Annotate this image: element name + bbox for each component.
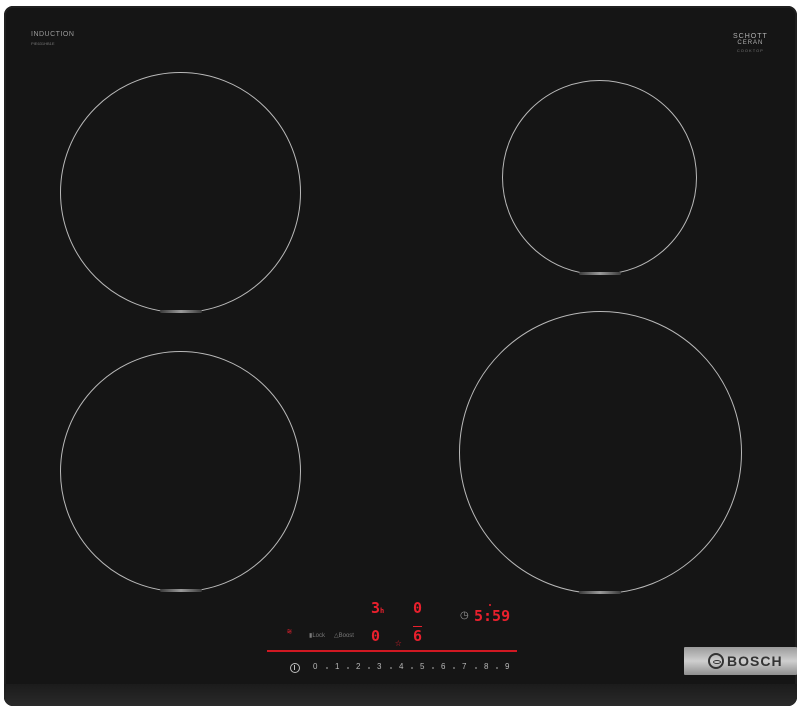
induction-hob: INDUCTION PIE631HB1E SCHOTT CERAN COOKTO… (4, 6, 797, 706)
scale-dot (432, 667, 434, 669)
scale-4[interactable]: 4 (399, 662, 403, 671)
front-rim (4, 684, 797, 706)
scale-dot (326, 667, 328, 669)
induction-label: INDUCTION (31, 31, 75, 38)
control-strip-line (267, 650, 517, 652)
bosch-logo-icon (708, 653, 724, 669)
scale-dot (453, 667, 455, 669)
brand-name: BOSCH (727, 653, 783, 669)
timer-indicator (489, 604, 491, 606)
display-front-left: 0 (371, 627, 381, 645)
bosch-badge: BOSCH (684, 647, 797, 675)
zone-marker-back-right (579, 272, 621, 275)
display-back-left-sub: h (380, 607, 385, 615)
display-back-left-value: 3 (371, 599, 381, 617)
display-back-left: 3h (371, 599, 384, 617)
scale-0[interactable]: 0 (313, 662, 317, 671)
display-back-right: 0 (413, 599, 423, 617)
lock-icon[interactable]: ▮Lock (309, 632, 325, 639)
zone-marker-back-left (160, 310, 202, 313)
zone-marker-front-right (579, 591, 621, 594)
scale-dot (411, 667, 413, 669)
scale-9[interactable]: 9 (505, 662, 509, 671)
scale-6[interactable]: 6 (441, 662, 445, 671)
lock-label: Lock (312, 633, 325, 639)
star-icon[interactable]: ☆ (395, 636, 402, 649)
model-code: PIE631HB1E (31, 41, 55, 46)
scale-dot (347, 667, 349, 669)
boost-icon[interactable]: △Boost (334, 632, 354, 639)
scale-dot (368, 667, 370, 669)
scale-7[interactable]: 7 (462, 662, 466, 671)
boost-label: Boost (338, 633, 354, 639)
schott-line1: SCHOTT (733, 33, 768, 40)
scale-dot (390, 667, 392, 669)
display-front-right: 6 (413, 627, 423, 645)
scale-5[interactable]: 5 (420, 662, 424, 671)
schott-sub: COOKTOP (736, 48, 764, 53)
power-icon[interactable] (290, 663, 300, 673)
scale-1[interactable]: 1 (335, 662, 339, 671)
clock-icon[interactable]: ◷ (460, 610, 469, 621)
scale-8[interactable]: 8 (484, 662, 488, 671)
scale-3[interactable]: 3 (377, 662, 381, 671)
scale-2[interactable]: 2 (356, 662, 360, 671)
wifi-icon[interactable]: ≋ (287, 627, 292, 636)
cooking-zone-front-left (60, 351, 301, 592)
timer-display: 5:59 (474, 607, 511, 625)
scale-dot (475, 667, 477, 669)
cooking-zone-back-left (60, 72, 301, 313)
zone-marker-front-left (160, 589, 202, 592)
cooking-zone-front-right (459, 311, 742, 594)
schott-ceran-logo: SCHOTT CERAN COOKTOP (733, 33, 768, 54)
schott-line2: CERAN (737, 40, 764, 46)
cooking-zone-back-right (502, 80, 697, 275)
scale-dot (496, 667, 498, 669)
